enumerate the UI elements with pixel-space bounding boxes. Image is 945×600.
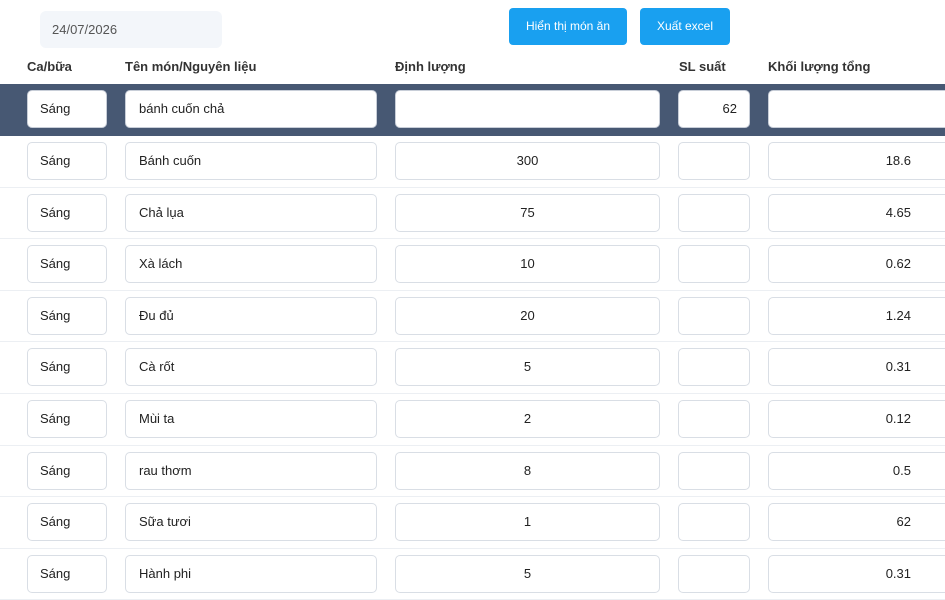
quantity-field[interactable] [395, 90, 660, 128]
total-weight-field[interactable]: 0.31 [768, 348, 945, 387]
total-weight-field[interactable]: 18.6 [768, 142, 945, 180]
meal-field[interactable]: Sáng [27, 348, 107, 387]
servings-field[interactable] [678, 348, 750, 387]
quantity-field[interactable]: 10 [395, 245, 660, 284]
quantity-field[interactable]: 20 [395, 296, 660, 335]
meal-field[interactable]: Sáng [27, 296, 107, 335]
servings-field[interactable] [678, 142, 750, 180]
meal-field[interactable]: Sáng [27, 503, 107, 542]
table-row: Sáng Hành phi 5 0.31 [0, 549, 945, 600]
servings-field[interactable] [678, 193, 750, 232]
toolbar: 24/07/2026 Hiển thị món ăn Xuất excel [0, 0, 945, 52]
meal-field[interactable]: Sáng [27, 193, 107, 232]
date-input[interactable]: 24/07/2026 [40, 11, 222, 48]
ingredient-name-field[interactable]: Đu đủ [125, 296, 377, 335]
meal-field[interactable]: Sáng [27, 554, 107, 593]
servings-field[interactable] [678, 451, 750, 490]
table-row: Sáng Xà lách 10 0.62 [0, 239, 945, 291]
ingredient-name-field[interactable]: Sữa tươi [125, 503, 377, 542]
quantity-field[interactable]: 300 [395, 142, 660, 180]
dish-name-field[interactable]: bánh cuốn chả [125, 90, 377, 128]
table-row: Sáng Đu đủ 20 1.24 [0, 291, 945, 343]
table-row: Sáng Bánh cuốn 300 18.6 [0, 136, 945, 188]
ingredient-name-field[interactable]: Chả lụa [125, 193, 377, 232]
table-header: Ca/bữa Tên món/Nguyên liệu Định lượng SL… [0, 52, 945, 84]
meal-field[interactable]: Sáng [27, 399, 107, 438]
ingredient-table: Sáng bánh cuốn chả 62 Sáng Bánh cuốn 300… [0, 84, 945, 600]
column-header-dish-ingredient: Tên món/Nguyên liệu [125, 59, 257, 74]
dish-row: Sáng bánh cuốn chả 62 [0, 84, 945, 136]
total-weight-field[interactable]: 0.31 [768, 554, 945, 593]
table-row: Sáng Cà rốt 5 0.31 [0, 342, 945, 394]
servings-field[interactable] [678, 503, 750, 542]
ingredient-name-field[interactable]: Hành phi [125, 554, 377, 593]
servings-field[interactable]: 62 [678, 90, 750, 128]
quantity-field[interactable]: 5 [395, 554, 660, 593]
ingredient-name-field[interactable]: Bánh cuốn [125, 142, 377, 180]
table-row: Sáng Mùi ta 2 0.12 [0, 394, 945, 446]
ingredient-name-field[interactable]: Cà rốt [125, 348, 377, 387]
column-header-total-weight: Khối lượng tổng [768, 59, 871, 74]
total-weight-field[interactable] [768, 90, 945, 128]
total-weight-field[interactable]: 1.24 [768, 296, 945, 335]
table-row: Sáng Chả lụa 75 4.65 [0, 188, 945, 240]
total-weight-field[interactable]: 0.62 [768, 245, 945, 284]
servings-field[interactable] [678, 296, 750, 335]
column-header-quantity: Định lượng [395, 59, 466, 74]
ingredient-name-field[interactable]: rau thơm [125, 451, 377, 490]
quantity-field[interactable]: 2 [395, 399, 660, 438]
meal-field[interactable]: Sáng [27, 90, 107, 128]
meal-field[interactable]: Sáng [27, 451, 107, 490]
quantity-field[interactable]: 75 [395, 193, 660, 232]
quantity-field[interactable]: 1 [395, 503, 660, 542]
total-weight-field[interactable]: 0.12 [768, 399, 945, 438]
column-header-meal: Ca/bữa [27, 59, 72, 74]
quantity-field[interactable]: 5 [395, 348, 660, 387]
servings-field[interactable] [678, 399, 750, 438]
total-weight-field[interactable]: 62 [768, 503, 945, 542]
total-weight-field[interactable]: 4.65 [768, 193, 945, 232]
show-dishes-button[interactable]: Hiển thị món ăn [509, 8, 627, 45]
export-excel-button[interactable]: Xuất excel [640, 8, 730, 45]
column-header-servings: SL suất [679, 59, 726, 74]
meal-field[interactable]: Sáng [27, 245, 107, 284]
servings-field[interactable] [678, 245, 750, 284]
total-weight-field[interactable]: 0.5 [768, 451, 945, 490]
ingredient-name-field[interactable]: Mùi ta [125, 399, 377, 438]
ingredient-name-field[interactable]: Xà lách [125, 245, 377, 284]
quantity-field[interactable]: 8 [395, 451, 660, 490]
servings-field[interactable] [678, 554, 750, 593]
table-row: Sáng Sữa tươi 1 62 [0, 497, 945, 549]
meal-field[interactable]: Sáng [27, 142, 107, 180]
table-row: Sáng rau thơm 8 0.5 [0, 446, 945, 498]
